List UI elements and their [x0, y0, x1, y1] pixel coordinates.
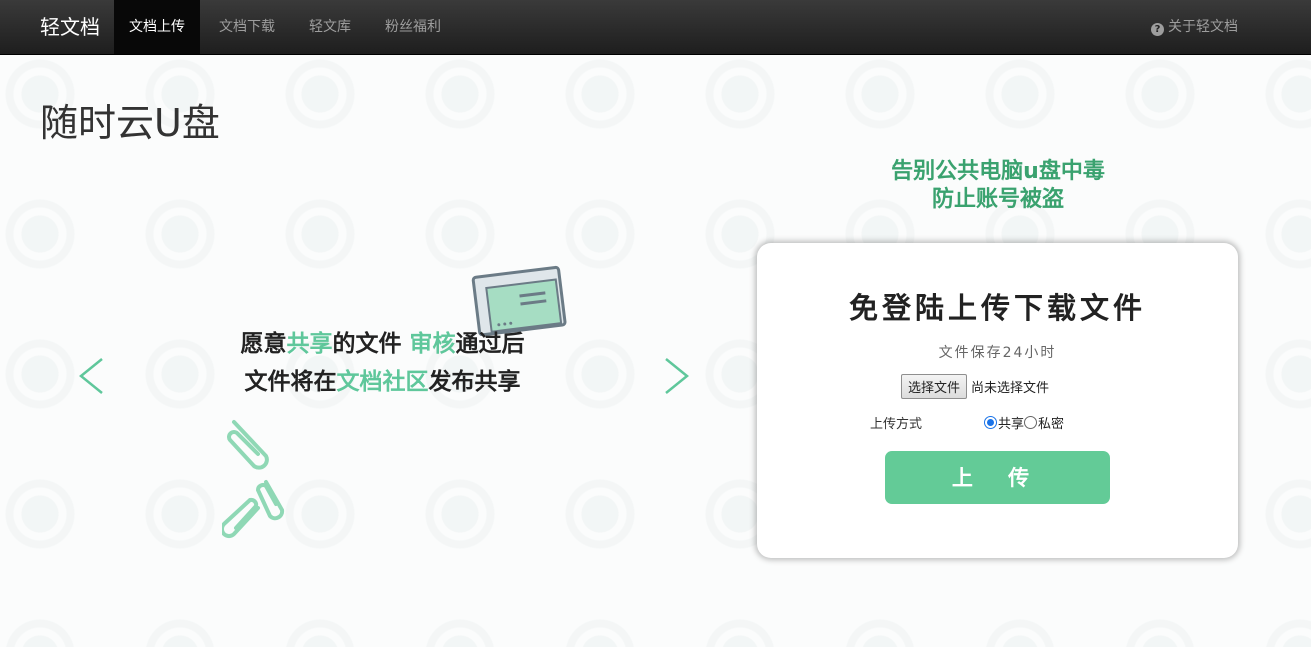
- radio-private-label[interactable]: 私密: [1038, 417, 1064, 432]
- carousel-slide-text: 愿意共享的文件 审核通过后 文件将在文档社区发布共享: [190, 325, 575, 401]
- slogan: 告别公共电脑u盘中毒 防止账号被盗: [757, 158, 1239, 214]
- file-input[interactable]: 选择文件 尚未选择文件: [901, 374, 1049, 399]
- carousel-prev-icon[interactable]: [76, 356, 106, 396]
- upload-card: 免登陆上传下载文件 文件保存24小时 选择文件 尚未选择文件 上传方式 共享 私密 …: [757, 243, 1238, 558]
- radio-share[interactable]: [984, 416, 997, 429]
- carousel-next-icon[interactable]: [662, 356, 692, 396]
- slogan-line-1: 告别公共电脑u盘中毒: [891, 159, 1105, 184]
- nav-item-upload[interactable]: 文档上传: [114, 0, 200, 54]
- nav-item-download[interactable]: 文档下载: [204, 0, 290, 54]
- slogan-line-2: 防止账号被盗: [931, 187, 1064, 212]
- radio-share-label[interactable]: 共享: [998, 417, 1024, 432]
- upload-mode-options: 共享 私密: [984, 413, 1064, 432]
- top-navbar: 轻文档 文档上传 文档下载 轻文库 粉丝福利 ? 关于轻文档: [0, 0, 1311, 55]
- upload-button[interactable]: 上 传: [885, 451, 1110, 504]
- paperclips-illustration-icon: [222, 420, 285, 539]
- upload-card-subtitle: 文件保存24小时: [938, 345, 1057, 361]
- choose-file-button[interactable]: 选择文件: [901, 374, 968, 399]
- brand-logo[interactable]: 轻文档: [40, 0, 100, 54]
- radio-private[interactable]: [1024, 416, 1038, 429]
- upload-card-title: 免登陆上传下载文件: [848, 291, 1146, 325]
- slide-line-1: 愿意共享的文件 审核通过后: [240, 331, 525, 357]
- about-link[interactable]: ? 关于轻文档: [1151, 0, 1238, 54]
- page-title: 随时云U盘: [40, 101, 220, 145]
- no-file-text: 尚未选择文件: [971, 381, 1050, 396]
- upload-mode-label: 上传方式: [870, 417, 923, 432]
- nav-item-library[interactable]: 轻文库: [294, 0, 366, 54]
- about-link-label: 关于轻文档: [1168, 19, 1238, 35]
- question-circle-icon: ?: [1151, 23, 1164, 36]
- slide-line-2: 文件将在文档社区发布共享: [244, 369, 521, 395]
- nav-item-fan-benefits[interactable]: 粉丝福利: [370, 0, 456, 54]
